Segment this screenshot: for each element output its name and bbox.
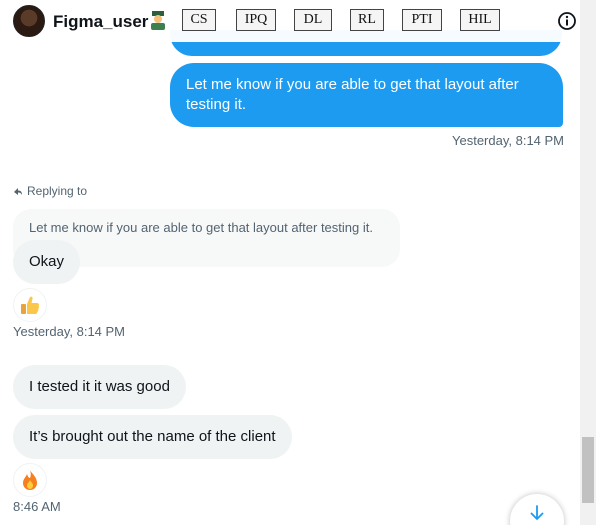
scrollbar-thumb[interactable] [582,437,594,503]
thumbs-up-emoji[interactable] [13,288,47,322]
incoming-message-okay[interactable]: Okay [13,240,81,284]
person-badge-icon [151,11,165,30]
outgoing-timestamp: Yesterday, 8:14 PM [452,133,565,148]
replying-to-text: Replying to [27,184,88,198]
tag-cs[interactable]: CS [182,9,216,31]
info-icon[interactable] [557,11,577,31]
thumbs-up-icon [21,296,40,314]
conversation-header: Figma_user CS IPQ DL RL PTI HIL [0,0,580,42]
username[interactable]: Figma_user [53,12,148,32]
tag-ipq[interactable]: IPQ [236,9,276,31]
tag-dl[interactable]: DL [294,9,332,31]
outgoing-message[interactable]: Let me know if you are able to get that … [170,63,563,127]
reply-arrow-icon [14,188,22,195]
message-timestamp: 8:46 AM [13,499,61,514]
avatar[interactable] [13,5,45,37]
arrow-down-icon [530,505,544,520]
scroll-to-bottom-button[interactable] [510,494,564,525]
tag-pti[interactable]: PTI [402,9,442,31]
tag-bar: CS IPQ DL RL PTI HIL [182,9,500,31]
incoming-timestamp: Yesterday, 8:14 PM [13,324,126,339]
tag-rl[interactable]: RL [350,9,384,31]
replying-to-label: Replying to [13,184,87,198]
incoming-message-tested[interactable]: I tested it it was good [13,365,186,409]
fire-icon [23,470,37,490]
fire-emoji[interactable] [13,463,47,497]
incoming-message-client[interactable]: It’s brought out the name of the client [13,415,292,459]
tag-hil[interactable]: HIL [460,9,500,31]
